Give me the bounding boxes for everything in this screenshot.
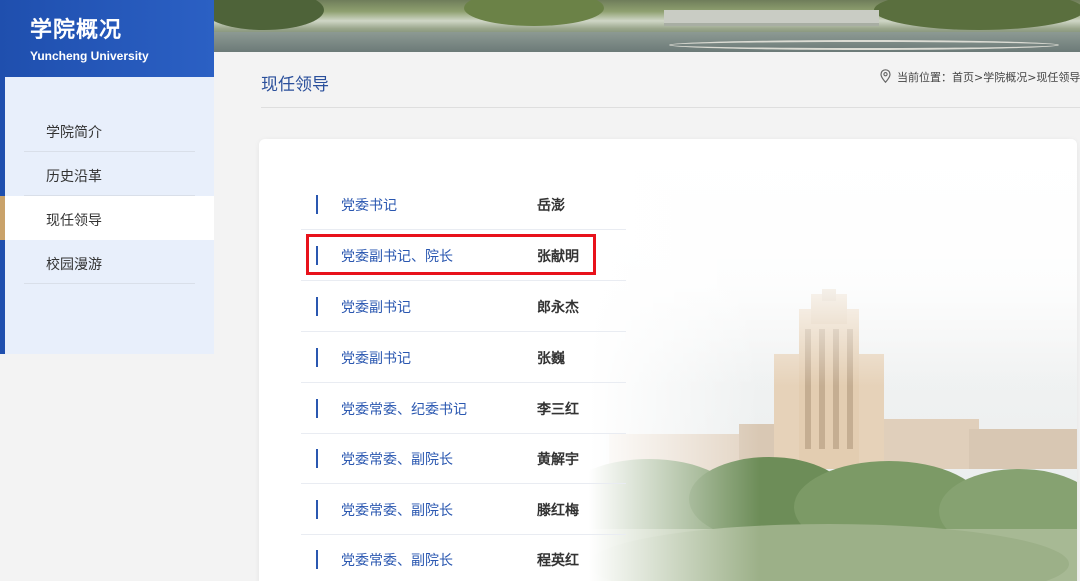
row-marker	[316, 348, 318, 367]
banner-tree	[874, 0, 1080, 30]
leader-role: 党委书记	[341, 198, 397, 214]
banner-tree	[464, 0, 604, 26]
row-marker	[316, 195, 318, 214]
banner-fountain	[669, 40, 1059, 50]
leader-row: 党委副书记 郎永杰	[301, 281, 626, 332]
leader-name: 程英红	[537, 553, 579, 569]
leader-name: 郎永杰	[537, 300, 579, 316]
leader-row: 党委副书记 张巍	[301, 332, 626, 383]
leader-name: 滕红梅	[537, 503, 579, 519]
leader-row: 党委常委、副院长 滕红梅	[301, 484, 626, 535]
sidebar-item-label: 现任领导	[46, 213, 102, 229]
sidebar-subtitle: Yuncheng University	[30, 49, 149, 63]
leader-role: 党委常委、副院长	[341, 553, 453, 569]
sidebar-item-current-leaders[interactable]: 现任领导	[0, 196, 214, 240]
sidebar-title: 学院概况	[30, 18, 123, 43]
leader-name: 张巍	[537, 351, 565, 367]
campus-building-photo	[589, 139, 1077, 581]
leader-name: 岳澎	[537, 198, 565, 214]
row-marker	[316, 399, 318, 418]
leader-row: 党委书记 岳澎	[301, 179, 626, 230]
leaders-card: 党委书记 岳澎 党委副书记、院长 张献明 党委副书记 郎永杰 党委副书记 张巍 …	[259, 139, 1077, 581]
highlight-box	[306, 234, 596, 275]
leader-row: 党委常委、副院长 程英红	[301, 534, 626, 581]
row-marker	[316, 297, 318, 316]
breadcrumb-text[interactable]: 当前位置：首页>学院概况>现任领导	[897, 71, 1080, 84]
sidebar-item-campus-tour[interactable]: 校园漫游	[24, 240, 195, 284]
sidebar-item-history[interactable]: 历史沿革	[24, 152, 195, 196]
leader-role: 党委常委、纪委书记	[341, 402, 467, 418]
leader-role: 党委副书记	[341, 351, 411, 367]
leader-role: 党委常委、副院长	[341, 452, 453, 468]
location-pin-icon	[880, 69, 891, 86]
leader-role: 党委常委、副院长	[341, 503, 453, 519]
row-marker	[316, 500, 318, 519]
banner-tree	[214, 0, 324, 30]
title-divider	[261, 107, 1080, 108]
row-marker	[316, 449, 318, 468]
breadcrumb: 当前位置：首页>学院概况>现任领导	[880, 69, 1080, 86]
row-marker	[316, 550, 318, 569]
leader-row: 党委常委、纪委书记 李三红	[301, 383, 626, 434]
page-title: 现任领导	[261, 75, 329, 95]
sidebar-item-college-intro[interactable]: 学院简介	[24, 108, 195, 152]
sidebar-item-label: 历史沿革	[46, 169, 102, 185]
sidebar-item-label: 学院简介	[46, 125, 102, 141]
leader-name: 李三红	[537, 402, 579, 418]
sidebar-item-label: 校园漫游	[46, 257, 102, 273]
leader-name: 黄解宇	[537, 452, 579, 468]
header-banner-photo	[214, 0, 1080, 52]
banner-bridge	[664, 10, 879, 26]
leader-row: 党委常委、副院长 黄解宇	[301, 433, 626, 484]
sidebar-header: 学院概况 Yuncheng University	[0, 0, 214, 77]
leader-role: 党委副书记	[341, 300, 411, 316]
